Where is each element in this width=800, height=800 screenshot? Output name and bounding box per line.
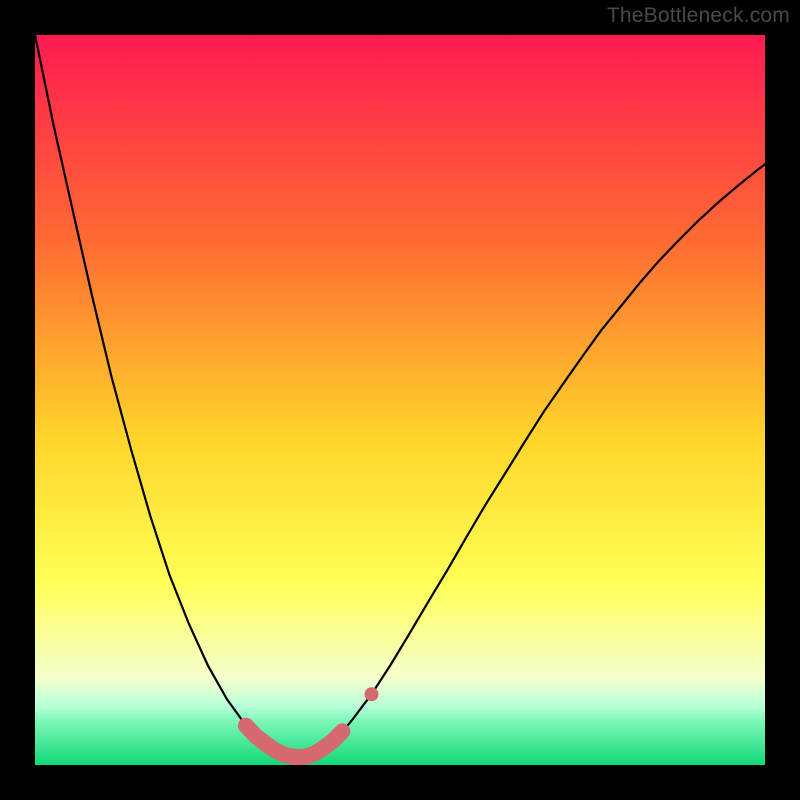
watermark-text: TheBottleneck.com <box>607 4 790 28</box>
bottleneck-chart <box>35 35 765 765</box>
gradient-background <box>35 35 765 765</box>
isolated-marker-dot <box>365 687 379 701</box>
chart-container: TheBottleneck.com <box>0 0 800 800</box>
plot-area <box>35 35 765 765</box>
